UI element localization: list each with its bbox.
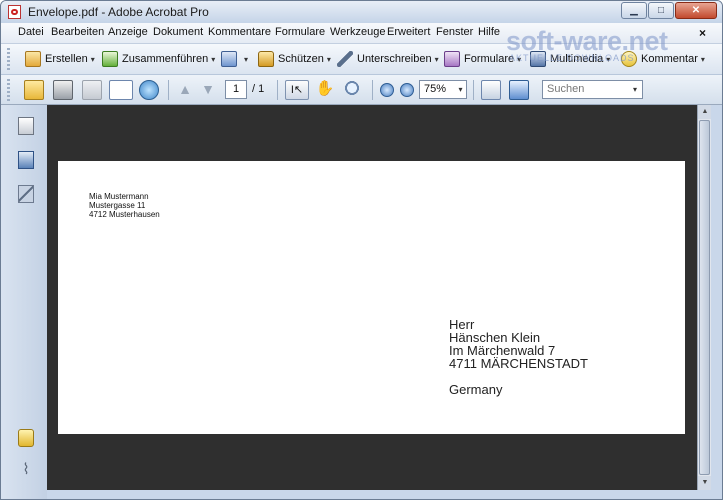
tasks-toolbar: Erstellen ▾ Zusammenführen ▾ ▾ Schützen … bbox=[1, 44, 722, 75]
combine-files-icon bbox=[102, 51, 118, 67]
scrolling-mode-icon[interactable] bbox=[481, 80, 501, 100]
vertical-scrollbar[interactable]: ▲ ▼ bbox=[697, 105, 712, 490]
sender-city: 4712 Musterhausen bbox=[89, 210, 160, 219]
right-frame bbox=[711, 105, 722, 499]
zusammenfuehren-label: Zusammenführen bbox=[122, 53, 209, 65]
multimedia-button[interactable]: Multimedia ▾ bbox=[530, 50, 610, 68]
navigation-pane: ⌇ bbox=[1, 105, 48, 499]
unterschreiben-button[interactable]: Unterschreiben ▾ bbox=[337, 50, 439, 68]
menu-kommentare[interactable]: Kommentare bbox=[208, 26, 271, 38]
menu-werkzeuge[interactable]: Werkzeuge bbox=[330, 26, 385, 38]
search-dropdown-icon[interactable]: ▾ bbox=[633, 81, 637, 98]
search-input[interactable]: Suchen bbox=[542, 80, 643, 99]
toolbar-grip[interactable] bbox=[7, 48, 10, 70]
close-document-button[interactable]: × bbox=[699, 26, 706, 40]
unterschreiben-label: Unterschreiben bbox=[357, 53, 432, 65]
print-icon[interactable] bbox=[53, 80, 73, 100]
form-icon bbox=[444, 51, 460, 67]
schuetzen-label: Schützen bbox=[278, 53, 324, 65]
bookmarks-panel-icon[interactable] bbox=[18, 151, 34, 169]
chevron-down-icon: ▾ bbox=[517, 54, 522, 64]
menu-hilfe[interactable]: Hilfe bbox=[478, 26, 500, 38]
zoom-in-icon[interactable] bbox=[400, 83, 414, 97]
erstellen-label: Erstellen bbox=[45, 53, 88, 65]
create-pdf-icon bbox=[25, 51, 41, 67]
comments-panel-icon[interactable] bbox=[18, 429, 34, 447]
recipient-country: Germany bbox=[449, 382, 503, 397]
collaborate-button[interactable]: ▾ bbox=[221, 50, 248, 68]
maximize-button[interactable]: □ bbox=[648, 2, 674, 19]
toolbar-separator bbox=[277, 80, 278, 100]
formulare-button[interactable]: Formulare ▾ bbox=[444, 50, 521, 68]
window-controls: ▁ □ ✕ bbox=[620, 2, 717, 19]
recipient-city: 4711 MÄRCHENSTADT bbox=[449, 356, 588, 371]
menu-fenster[interactable]: Fenster bbox=[436, 26, 473, 38]
bottom-frame bbox=[47, 490, 722, 499]
open-folder-icon[interactable] bbox=[24, 80, 44, 100]
multimedia-icon bbox=[530, 51, 546, 67]
zusammenfuehren-button[interactable]: Zusammenführen ▾ bbox=[102, 50, 215, 68]
kommentar-button[interactable]: Kommentar ▾ bbox=[621, 50, 705, 68]
email-icon[interactable] bbox=[109, 80, 133, 100]
chevron-down-icon: ▾ bbox=[90, 54, 95, 64]
previous-page-icon[interactable]: ▲ bbox=[175, 80, 195, 100]
page-number-input[interactable]: 1 bbox=[225, 80, 247, 99]
kommentar-label: Kommentar bbox=[641, 53, 698, 65]
acrobat-window: Envelope.pdf - Adobe Acrobat Pro ▁ □ ✕ D… bbox=[0, 0, 723, 500]
menu-erweitert[interactable]: Erweitert bbox=[387, 26, 430, 38]
erstellen-button[interactable]: Erstellen ▾ bbox=[25, 50, 95, 68]
navigation-toolbar: ▲ ▼ 1 / 1 I↖ ✋ 75% ▾ Suchen ▾ bbox=[1, 75, 722, 105]
zoom-dropdown-icon[interactable]: ▾ bbox=[455, 81, 466, 98]
pages-panel-icon[interactable] bbox=[18, 117, 34, 135]
scroll-up-arrow-icon[interactable]: ▲ bbox=[698, 105, 712, 119]
recipient-address: Herr Hänschen Klein Im Märchenwald 7 471… bbox=[449, 318, 588, 396]
next-page-icon[interactable]: ▼ bbox=[198, 80, 218, 100]
menu-dokument[interactable]: Dokument bbox=[153, 26, 203, 38]
toolbar-separator bbox=[473, 80, 474, 100]
menu-bearbeiten[interactable]: Bearbeiten bbox=[51, 26, 104, 38]
toolbar-grip[interactable] bbox=[7, 79, 10, 101]
lock-icon bbox=[258, 51, 274, 67]
zoom-out-icon[interactable] bbox=[380, 83, 394, 97]
signatures-panel-icon[interactable] bbox=[18, 185, 34, 203]
hand-tool-icon[interactable]: ✋ bbox=[315, 80, 335, 100]
schuetzen-button[interactable]: Schützen ▾ bbox=[258, 50, 331, 68]
envelope-page: Mia Mustermann Mustergasse 11 4712 Muste… bbox=[58, 161, 685, 434]
chevron-down-icon: ▾ bbox=[326, 54, 331, 64]
sender-name: Mia Mustermann bbox=[89, 192, 149, 201]
multimedia-label: Multimedia bbox=[550, 53, 604, 65]
close-window-button[interactable]: ✕ bbox=[675, 2, 717, 19]
attachments-paperclip-icon[interactable]: ⌇ bbox=[18, 461, 34, 479]
toolbar-separator bbox=[372, 80, 373, 100]
sender-street: Mustergasse 11 bbox=[89, 201, 146, 210]
acrobat-app-icon[interactable] bbox=[8, 5, 21, 19]
minimize-button[interactable]: ▁ bbox=[621, 2, 647, 19]
pen-sign-icon bbox=[337, 51, 353, 67]
save-icon[interactable] bbox=[82, 80, 102, 100]
chevron-down-icon: ▾ bbox=[606, 54, 611, 64]
title-bar[interactable]: Envelope.pdf - Adobe Acrobat Pro ▁ □ ✕ bbox=[1, 1, 722, 24]
window-title: Envelope.pdf - Adobe Acrobat Pro bbox=[28, 5, 209, 19]
menu-bar: Datei Bearbeiten Anzeige Dokument Kommen… bbox=[1, 23, 722, 44]
scroll-down-arrow-icon[interactable]: ▼ bbox=[698, 476, 712, 490]
scrollbar-thumb[interactable] bbox=[699, 120, 710, 475]
formulare-label: Formulare bbox=[464, 53, 515, 65]
menu-datei[interactable]: Datei bbox=[18, 26, 44, 38]
fit-page-icon[interactable] bbox=[509, 80, 529, 100]
toolbar-separator bbox=[168, 80, 169, 100]
collaborate-globe-icon[interactable] bbox=[139, 80, 159, 100]
marquee-zoom-icon[interactable] bbox=[344, 80, 364, 100]
chevron-down-icon: ▾ bbox=[434, 54, 439, 64]
collaborate-icon bbox=[221, 51, 237, 67]
chevron-down-icon: ▾ bbox=[211, 54, 216, 64]
chevron-down-icon: ▾ bbox=[244, 54, 249, 64]
menu-formulare[interactable]: Formulare bbox=[275, 26, 325, 38]
page-count-label: / 1 bbox=[252, 83, 265, 95]
select-text-tool-icon[interactable]: I↖ bbox=[285, 80, 309, 100]
comment-icon bbox=[621, 51, 637, 67]
chevron-down-icon: ▾ bbox=[700, 54, 705, 64]
sender-address: Mia Mustermann Mustergasse 11 4712 Muste… bbox=[89, 192, 160, 219]
menu-anzeige[interactable]: Anzeige bbox=[108, 26, 148, 38]
